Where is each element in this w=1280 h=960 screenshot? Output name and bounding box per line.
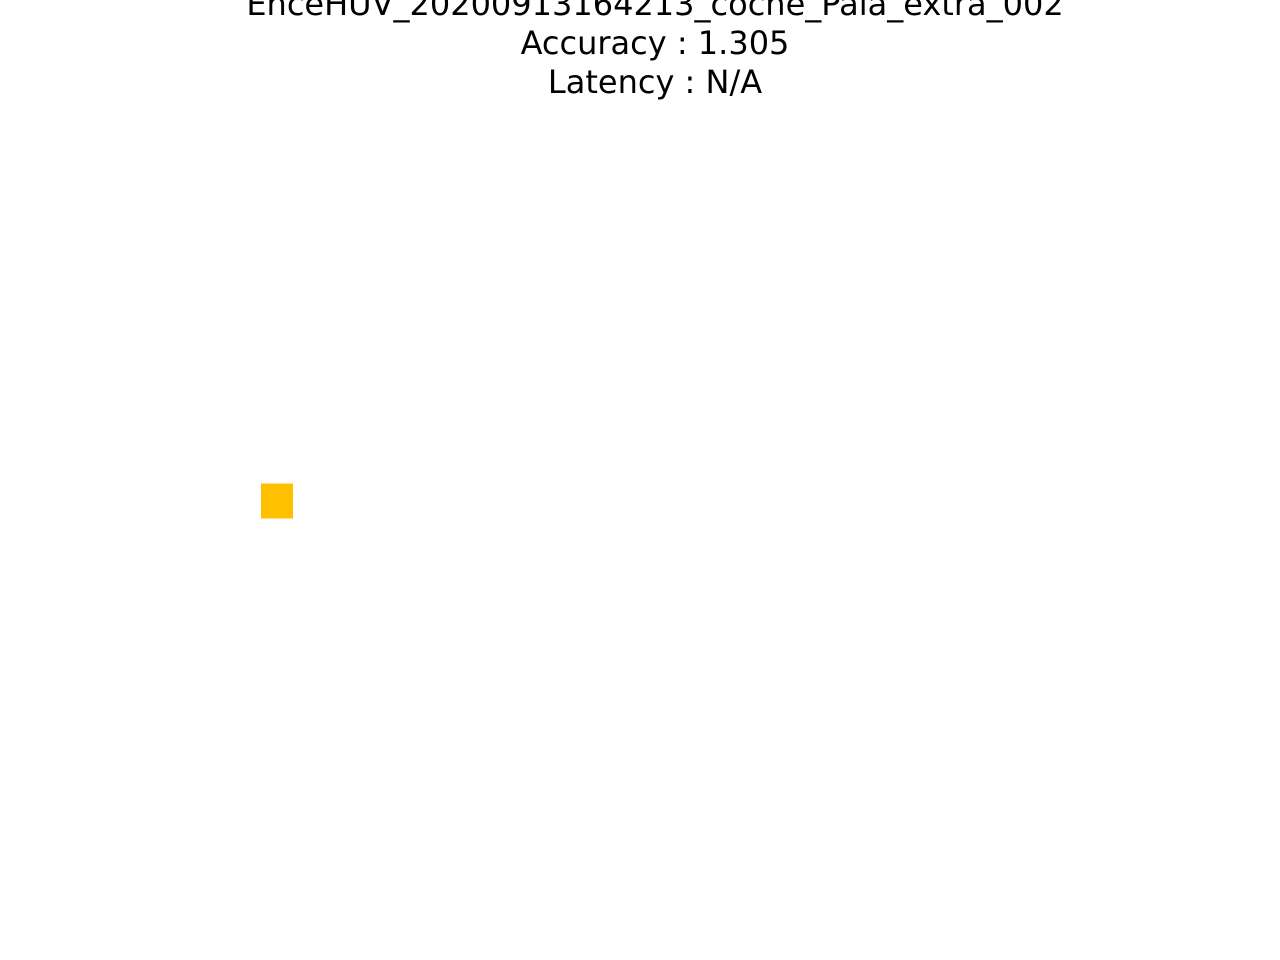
figure: EnceHUV_20200913164213_coche_Pala_extra_… <box>0 0 1280 960</box>
data-marks <box>261 483 293 519</box>
plot-area <box>261 483 293 519</box>
scatter-point-0 <box>261 483 293 519</box>
